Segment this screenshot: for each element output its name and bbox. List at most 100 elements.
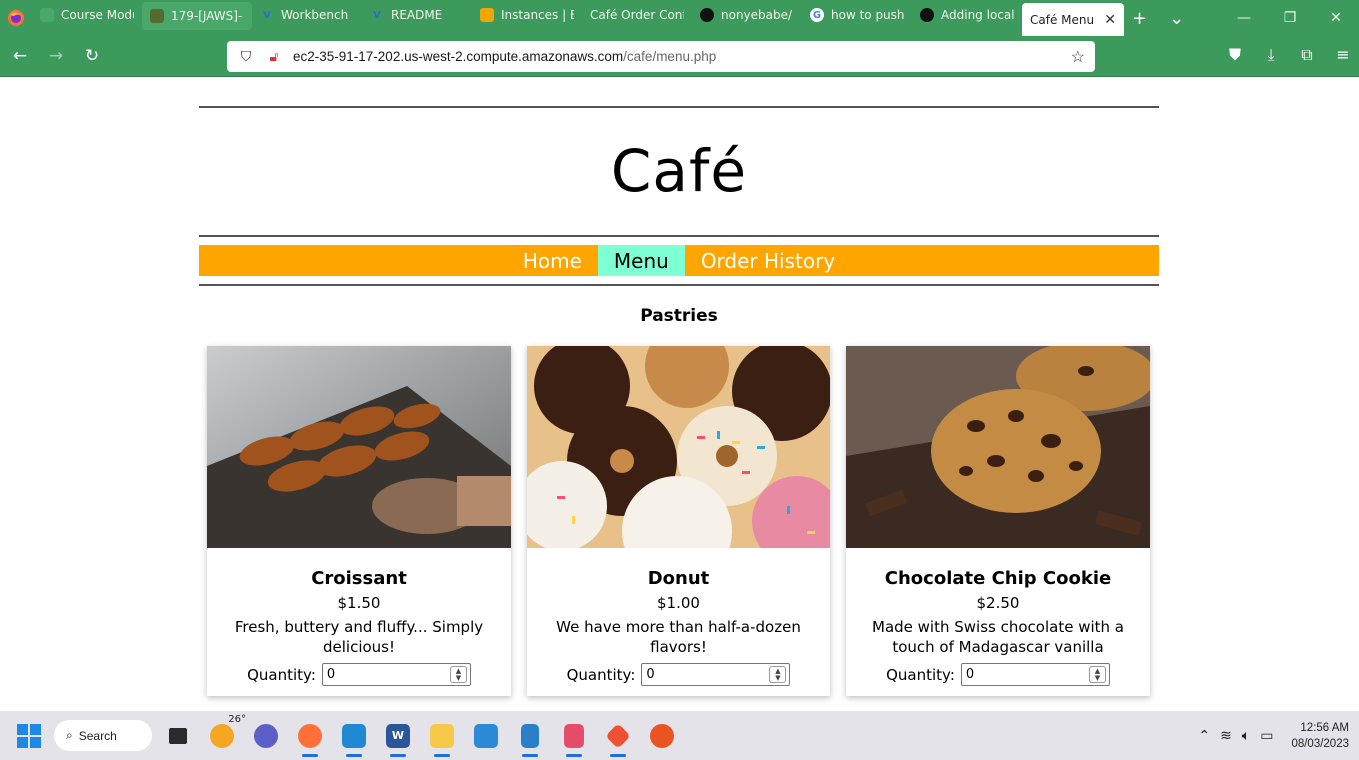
firefox-menu-icon[interactable] xyxy=(0,0,32,36)
tab-title: Café Menu xyxy=(1030,12,1095,27)
quantity-spinner[interactable]: ▲ ▼ xyxy=(769,666,787,683)
tab-title: Adding local xyxy=(941,8,1014,22)
tab-course-modules[interactable]: Course Modules xyxy=(32,0,142,30)
pocket-icon[interactable]: ⛊ xyxy=(1225,45,1245,65)
quantity-spinner[interactable]: ▲ ▼ xyxy=(1088,666,1106,683)
cookie-image xyxy=(846,346,1150,548)
extensions-icon[interactable]: ⧉ xyxy=(1297,45,1317,65)
tab-google-how-to-push[interactable]: G how to push xyxy=(802,0,912,30)
word-icon[interactable]: W xyxy=(382,720,414,757)
git-tool-icon[interactable] xyxy=(602,720,634,757)
browser-nav-bar: ← → ↻ ⛉ 🔓︎ ec2-35-91-17-202.us-west-2.co… xyxy=(0,36,1359,77)
tab-title: 179-[JAWS]- xyxy=(171,9,243,23)
github-icon xyxy=(700,8,714,22)
tab-title: Course Modules xyxy=(61,8,134,22)
minimize-icon[interactable]: — xyxy=(1221,10,1267,26)
close-tab-icon[interactable]: ✕ xyxy=(1104,12,1116,28)
vocareum-icon xyxy=(150,9,164,23)
weather-temp: 26° xyxy=(228,713,246,725)
quantity-label: Quantity: xyxy=(886,665,955,684)
tab-github-adding-local[interactable]: Adding local xyxy=(912,0,1022,30)
browser-tab-bar: Course Modules 179-[JAWS]- V Workbench V… xyxy=(0,0,1359,36)
volume-icon[interactable]: 🔈︎ xyxy=(1242,728,1250,744)
wifi-icon[interactable]: ≋ xyxy=(1220,728,1232,744)
forward-icon[interactable]: → xyxy=(38,46,74,66)
nav-home-link[interactable]: Home xyxy=(507,245,598,276)
ubuntu-icon[interactable] xyxy=(646,720,678,752)
downloads-icon[interactable]: ⤓ xyxy=(1261,45,1281,65)
bookmark-star-icon[interactable]: ☆ xyxy=(1071,47,1085,67)
canvas-icon xyxy=(40,8,54,22)
tab-title: how to push xyxy=(831,8,904,22)
quantity-label: Quantity: xyxy=(247,665,316,684)
vocareum-v-icon: V xyxy=(373,9,381,21)
nav-menu-link[interactable]: Menu xyxy=(597,245,685,276)
quantity-value: 0 xyxy=(326,667,336,682)
list-all-tabs-icon[interactable]: ⌄ xyxy=(1169,8,1184,29)
tab-title: Café Order Conf xyxy=(590,8,684,22)
vscode-icon[interactable] xyxy=(338,720,370,757)
photos-icon[interactable] xyxy=(470,720,502,752)
tab-instances[interactable]: Instances | E xyxy=(472,0,582,30)
teams-chat-icon[interactable] xyxy=(250,720,282,752)
firefox-taskbar-icon[interactable] xyxy=(294,720,326,757)
product-description: Made with Swiss chocolate with a touch o… xyxy=(872,618,1124,656)
taskbar-search[interactable]: ⌕ Search xyxy=(54,720,152,751)
weather-icon[interactable]: 26° xyxy=(206,714,246,752)
windows-start-icon[interactable] xyxy=(17,723,41,748)
restore-icon[interactable]: ❐ xyxy=(1267,10,1313,26)
page-title: Café xyxy=(610,137,748,205)
tab-readme[interactable]: V README xyxy=(362,0,472,30)
battery-icon[interactable]: ▭ xyxy=(1260,728,1273,744)
product-card: Donut $1.00 We have more than half-a-doz… xyxy=(527,346,830,696)
quantity-spinner[interactable]: ▲ ▼ xyxy=(449,666,467,683)
product-description: We have more than half-a-dozen flavors! xyxy=(556,618,801,656)
tab-workbench[interactable]: V Workbench xyxy=(252,0,362,30)
app-menu-icon[interactable]: ≡ xyxy=(1333,45,1353,65)
quantity-value: 0 xyxy=(965,667,975,682)
insecure-lock-icon[interactable]: 🔓︎ xyxy=(265,48,283,65)
site-nav: Home Menu Order History xyxy=(199,245,1159,276)
quantity-value: 0 xyxy=(646,667,655,682)
snipping-tool-icon[interactable] xyxy=(558,720,590,757)
reload-icon[interactable]: ↻ xyxy=(74,46,110,66)
github-icon xyxy=(920,8,934,22)
back-icon[interactable]: ← xyxy=(2,46,38,66)
croissant-image xyxy=(207,346,511,548)
tab-github-nonyebabe[interactable]: nonyebabe/ xyxy=(692,0,802,30)
product-card: Chocolate Chip Cookie $2.50 Made with Sw… xyxy=(846,346,1150,696)
cafe-page: Café Home Menu Order History Pastries Cr… xyxy=(0,77,1359,711)
tab-cafe-menu[interactable]: Café Menu ✕ xyxy=(1022,3,1124,36)
chevron-up-icon[interactable]: ⌃ xyxy=(1198,728,1210,744)
search-icon: ⌕ xyxy=(66,728,73,742)
clock[interactable]: 12:56 AM 08/03/2023 xyxy=(1291,720,1349,752)
product-description: Fresh, buttery and fluffy... Simply deli… xyxy=(234,618,484,656)
tab-title: README xyxy=(391,8,443,22)
tab-cafe-order-conf[interactable]: Café Order Conf xyxy=(582,0,692,30)
cookie-quantity-input[interactable]: 0 ▲ ▼ xyxy=(960,663,1110,686)
close-window-icon[interactable]: ✕ xyxy=(1313,10,1359,26)
file-explorer-icon[interactable] xyxy=(426,720,458,757)
quantity-label: Quantity: xyxy=(566,665,636,684)
tab-jaws[interactable]: 179-[JAWS]- xyxy=(142,2,252,30)
windows-taskbar: ⌕ Search 26° W ⌃ ≋ 🔈︎ ▭ 12:56 AM 08/03/2… xyxy=(0,711,1359,760)
vocareum-v-icon: V xyxy=(263,9,271,21)
section-title: Pastries xyxy=(640,306,718,326)
product-price: $2.50 xyxy=(976,594,1020,612)
google-icon: G xyxy=(810,8,824,22)
nav-order-history-link[interactable]: Order History xyxy=(685,245,851,276)
tab-title: nonyebabe/ xyxy=(721,8,793,22)
product-name: Croissant xyxy=(311,568,407,589)
croissant-quantity-input[interactable]: 0 ▲ ▼ xyxy=(321,663,471,686)
shield-icon[interactable]: ⛉ xyxy=(237,48,255,65)
url-host: ec2-35-91-17-202.us-west-2.compute.amazo… xyxy=(293,49,624,64)
search-label: Search xyxy=(78,728,117,743)
product-card: Croissant $1.50 Fresh, buttery and fluff… xyxy=(207,346,511,696)
address-bar[interactable]: ⛉ 🔓︎ ec2-35-91-17-202.us-west-2.compute.… xyxy=(227,41,1095,72)
task-view-icon[interactable] xyxy=(162,720,194,752)
product-name: Chocolate Chip Cookie xyxy=(884,568,1112,589)
donut-quantity-input[interactable]: 0 ▲ ▼ xyxy=(641,663,791,686)
notepad-icon[interactable] xyxy=(514,720,546,757)
new-tab-icon[interactable]: + xyxy=(1132,8,1147,29)
tab-title: Instances | E xyxy=(501,8,574,22)
